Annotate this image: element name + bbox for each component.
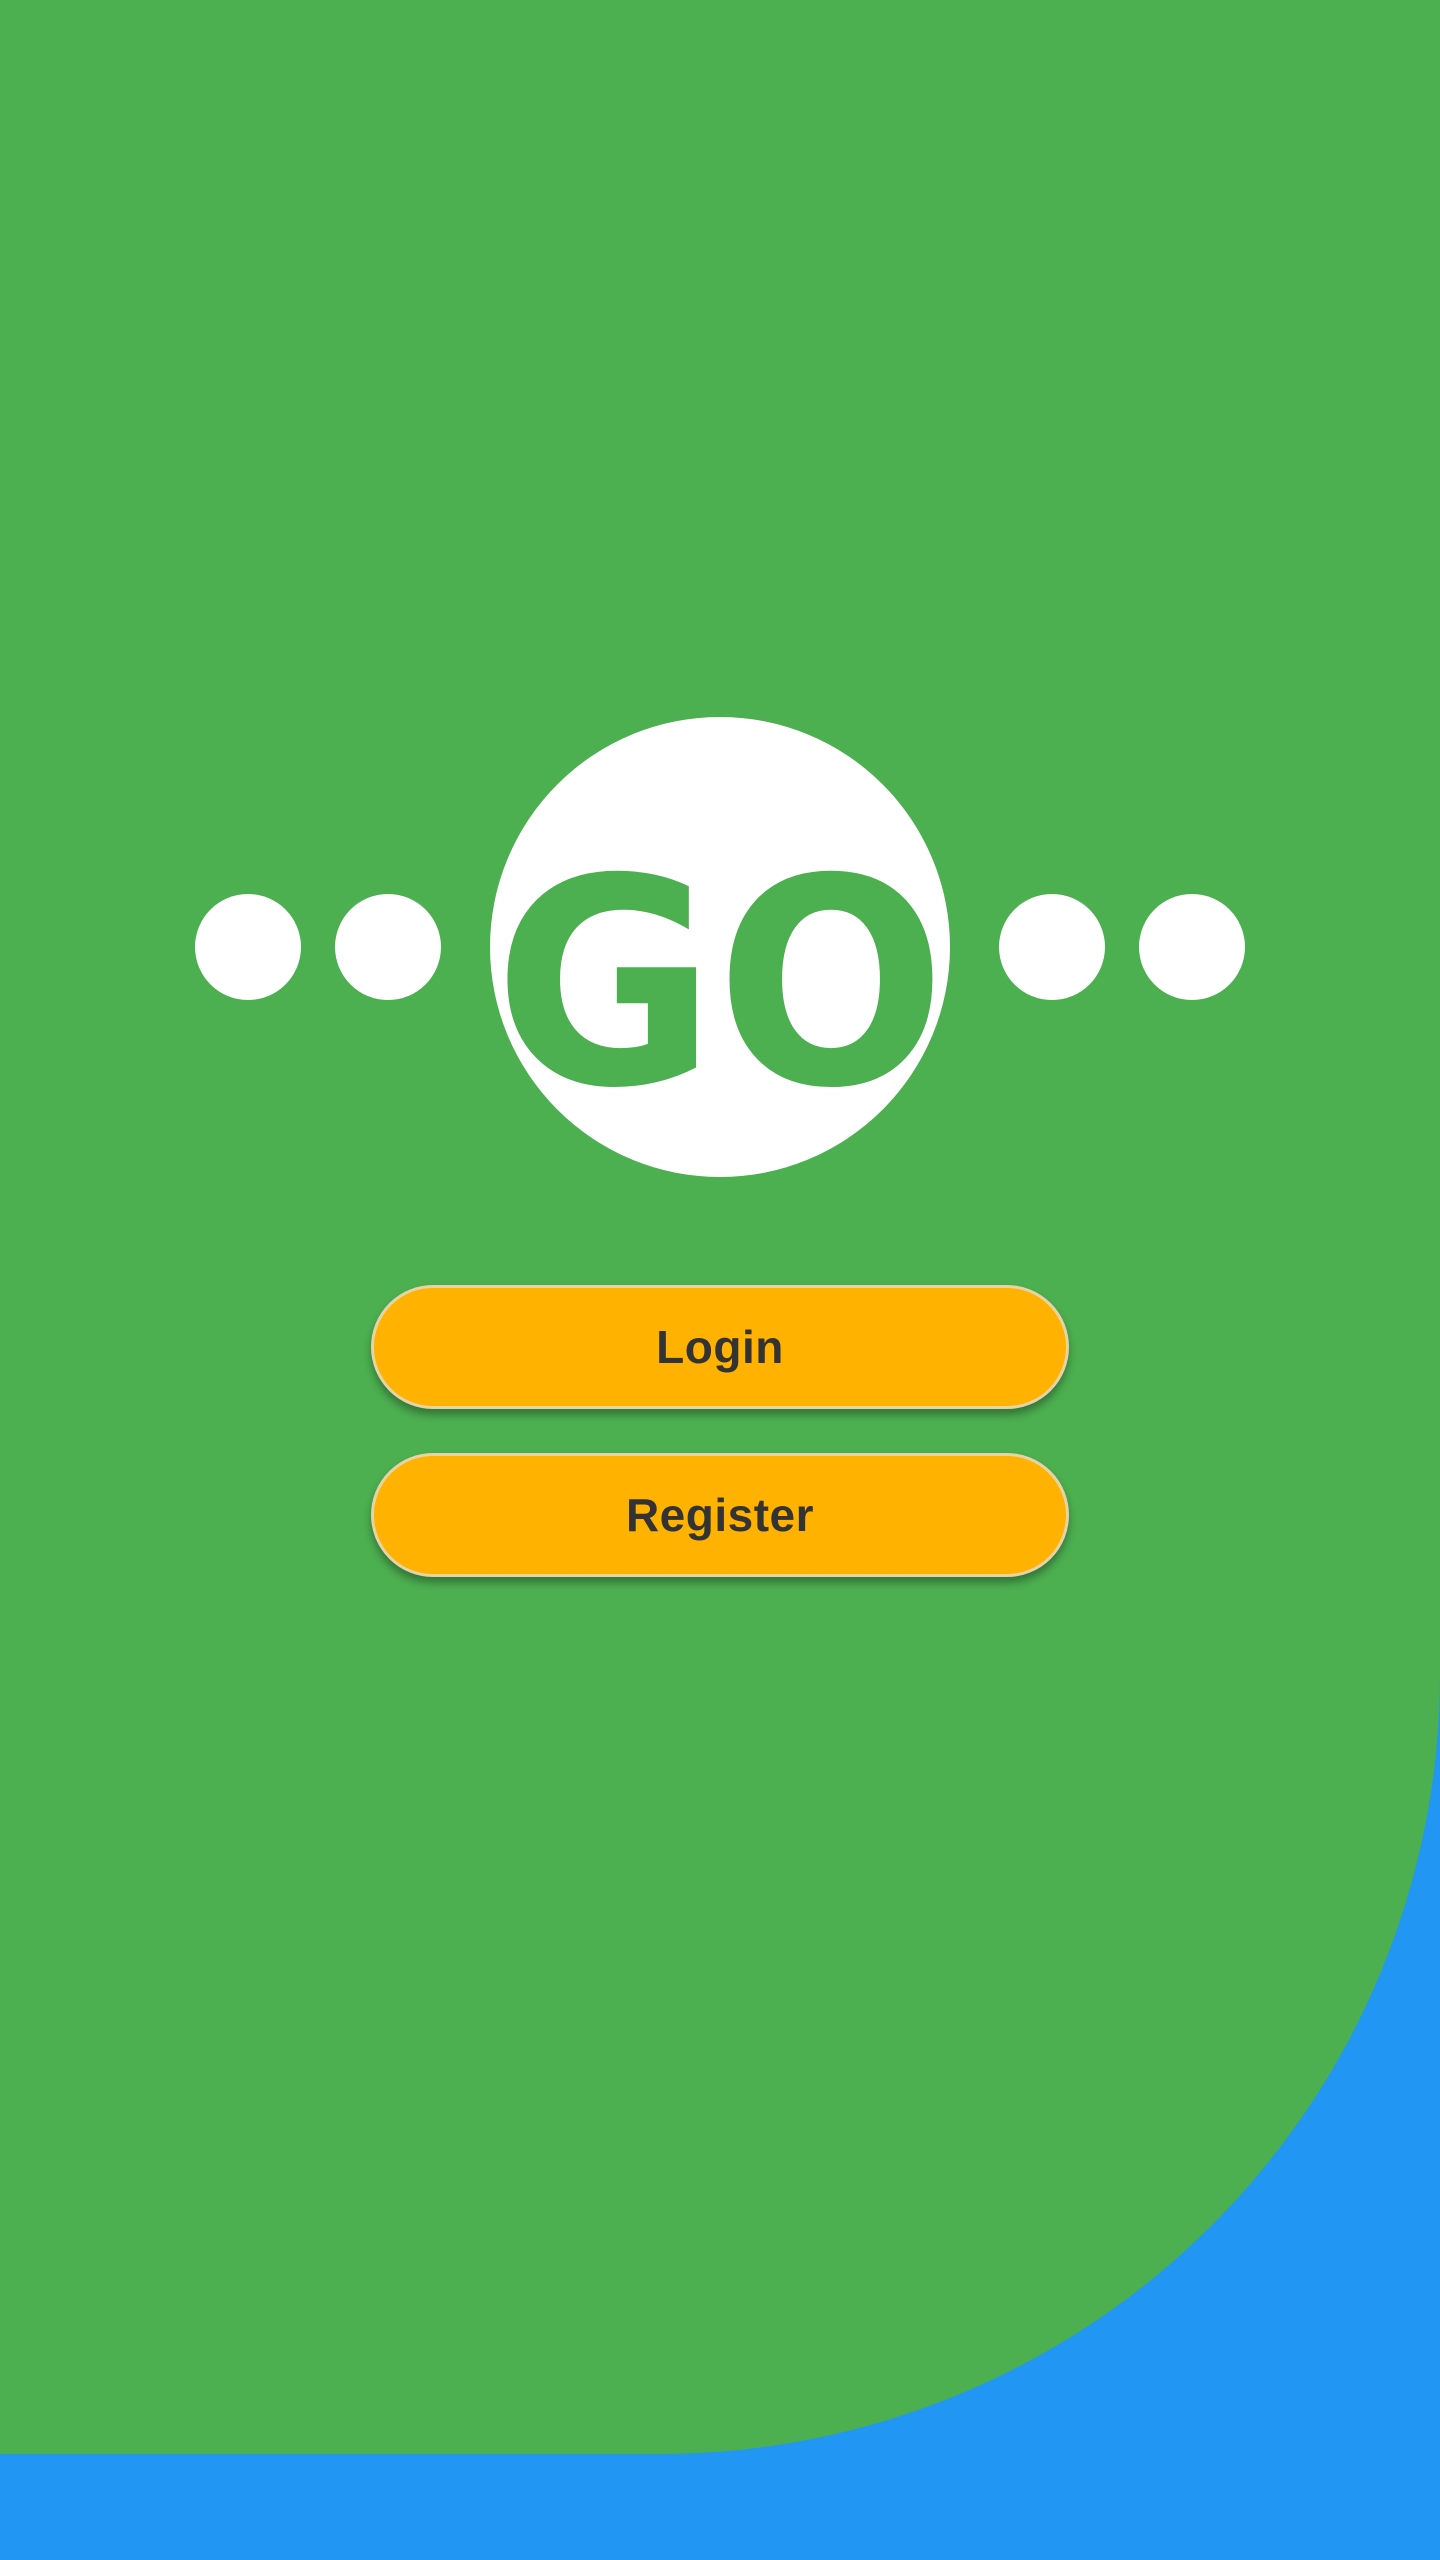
decor-dot-3 [999, 894, 1105, 1000]
login-button[interactable]: Login [371, 1285, 1069, 1409]
register-button[interactable]: Register [371, 1453, 1069, 1577]
decor-dot-1 [195, 894, 301, 1000]
decor-dot-4 [1139, 894, 1245, 1000]
decor-dot-2 [335, 894, 441, 1000]
go-logo-icon: GO [490, 717, 950, 1177]
background-panel [0, 0, 1440, 2454]
logo-text: GO [494, 819, 946, 1151]
